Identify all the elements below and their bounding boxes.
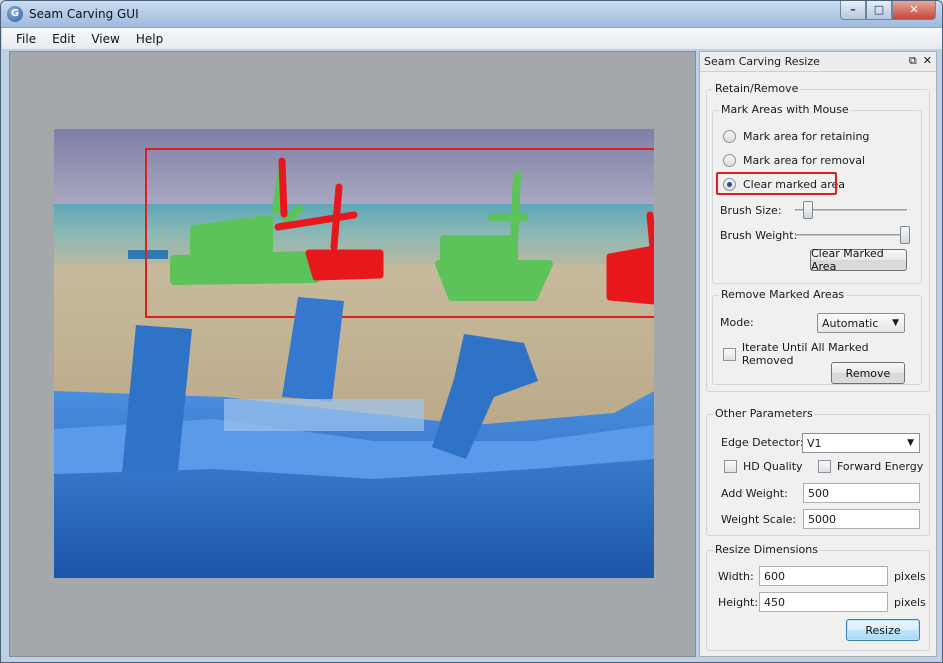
brush-size-slider[interactable] (795, 200, 907, 220)
weight-scale-field[interactable]: 5000 (803, 509, 920, 529)
radio-retain-circle[interactable] (723, 130, 736, 143)
edge-detector-value: V1 (807, 436, 822, 450)
brush-size-label: Brush Size: (720, 204, 782, 217)
add-weight-label: Add Weight: (721, 487, 788, 500)
float-panel-icon[interactable]: ⧉ (909, 54, 917, 68)
height-unit: pixels (894, 596, 926, 609)
mode-value: Automatic (822, 316, 879, 330)
other-parameters-group: Other Parameters Edge Detector: V1 ▼ HD … (706, 407, 930, 536)
height-field[interactable]: 450 (759, 592, 888, 612)
maximize-button[interactable]: □ (866, 1, 892, 20)
radio-retain[interactable]: Mark area for retaining (723, 130, 869, 143)
panel-controls: ⧉ ✕ (909, 54, 932, 68)
sky (54, 129, 654, 204)
width-unit: pixels (894, 570, 926, 583)
forward-energy-checkbox[interactable] (818, 460, 831, 473)
chevron-down-icon: ▼ (907, 438, 914, 448)
hd-quality-row[interactable]: HD Quality (724, 460, 803, 473)
remove-marked-label: Remove Marked Areas (719, 288, 847, 301)
resize-dimensions-group: Resize Dimensions Width: 600 pixels Heig… (706, 543, 930, 651)
retain-remove-label: Retain/Remove (713, 82, 801, 95)
height-label: Height: (718, 596, 759, 609)
menu-bar: File Edit View Help (2, 28, 942, 50)
forward-energy-label: Forward Energy (837, 460, 924, 473)
radio-retain-label: Mark area for retaining (743, 130, 870, 143)
panel-header: Seam Carving Resize ⧉ ✕ (700, 52, 936, 72)
resize-dimensions-label: Resize Dimensions (713, 543, 820, 556)
menu-view[interactable]: View (83, 32, 127, 46)
edge-detector-select[interactable]: V1 ▼ (802, 433, 920, 453)
mode-label: Mode: (720, 316, 754, 329)
photo-drawing (54, 129, 654, 578)
brush-size-thumb[interactable] (803, 201, 814, 219)
title-bar[interactable]: G Seam Carving GUI – □ ✕ (1, 1, 942, 28)
remove-button[interactable]: Remove (831, 362, 905, 384)
radio-removal-circle[interactable] (723, 154, 736, 167)
edge-detector-label: Edge Detector: (721, 436, 804, 449)
hull-highlight (224, 399, 424, 431)
remove-marked-group: Remove Marked Areas Mode: Automatic ▼ It… (712, 288, 922, 385)
width-field[interactable]: 600 (759, 566, 888, 586)
distant-boat (128, 250, 168, 259)
brush-weight-slider[interactable] (795, 225, 910, 245)
hd-quality-label: HD Quality (743, 460, 803, 473)
other-parameters-label: Other Parameters (713, 407, 815, 420)
panel-title: Seam Carving Resize (704, 55, 820, 68)
menu-edit[interactable]: Edit (44, 32, 83, 46)
mark-areas-group: Mark Areas with Mouse Mark area for reta… (712, 103, 922, 284)
weight-scale-label: Weight Scale: (721, 513, 797, 526)
window-controls: – □ ✕ (840, 1, 936, 20)
brush-weight-track (795, 234, 907, 236)
iterate-checkbox[interactable] (723, 347, 736, 361)
close-panel-icon[interactable]: ✕ (923, 54, 932, 68)
image-canvas[interactable] (9, 51, 696, 657)
app-window: G Seam Carving GUI – □ ✕ File Edit View … (0, 0, 943, 663)
menu-help[interactable]: Help (128, 32, 171, 46)
width-label: Width: (718, 570, 754, 583)
close-button[interactable]: ✕ (892, 1, 936, 20)
clear-marked-area-button[interactable]: Clear Marked Area (810, 247, 907, 273)
app-icon: G (7, 6, 23, 22)
add-weight-field[interactable]: 500 (803, 483, 920, 503)
seam-carving-panel: Seam Carving Resize ⧉ ✕ Retain/Remove Ma… (699, 51, 937, 657)
hd-quality-checkbox[interactable] (724, 460, 737, 473)
boat-photo[interactable] (54, 129, 654, 578)
chevron-down-icon: ▼ (892, 318, 899, 328)
window-title: Seam Carving GUI (29, 7, 139, 21)
clear-option-highlight (716, 172, 837, 195)
brush-weight-thumb[interactable] (899, 226, 910, 244)
menu-file[interactable]: File (8, 32, 44, 46)
mark-areas-label: Mark Areas with Mouse (719, 103, 851, 116)
forward-energy-row[interactable]: Forward Energy (818, 460, 923, 473)
mode-select[interactable]: Automatic ▼ (817, 313, 905, 333)
resize-button[interactable]: Resize (846, 619, 920, 641)
brush-weight-label: Brush Weight: (720, 229, 798, 242)
radio-removal-label: Mark area for removal (743, 154, 866, 167)
minimize-button[interactable]: – (840, 1, 866, 20)
radio-removal[interactable]: Mark area for removal (723, 154, 865, 167)
retain-remove-group: Retain/Remove Mark Areas with Mouse Mark… (706, 82, 930, 392)
